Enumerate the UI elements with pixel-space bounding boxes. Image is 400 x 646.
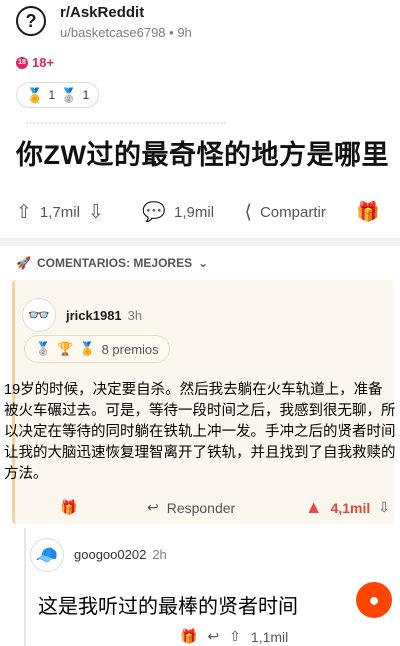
gift-icon[interactable]: 🎁 [180,628,197,645]
share-button[interactable]: ⟨ Compartir [245,201,326,224]
meta-separator: • [165,25,178,40]
upvote-icon[interactable]: ▲ [305,497,323,518]
chevron-down-icon: ⌄ [198,256,209,270]
reply-actions: 🎁 ↩ ⇧ 1,1mil [180,628,288,645]
comments-count: 1,9mil [174,203,215,221]
award-count: 1 [82,88,90,102]
post-actions: ⇧ 1,7mil ⇩ 💬 1,9mil ⟨ Compartir 🎁 [16,200,388,224]
post-age: 9h [177,25,192,40]
upvote-icon[interactable]: ⇧ [16,201,32,224]
award-icon: 🏅 [26,86,44,103]
thread-line [24,528,26,646]
subreddit-icon[interactable]: ? [16,6,46,36]
awards-label: 8 premios [101,341,159,357]
rocket-icon: 🚀 [16,256,31,270]
comment-icon: 💬 [142,202,167,223]
comment-votes: 4,1mil [330,499,371,516]
comment-header: 👓 jrick1981 3h [22,298,142,332]
reply-author[interactable]: googoo0202 [74,547,146,562]
post-author[interactable]: u/basketcase6798 [60,25,166,40]
reply-icon[interactable]: ↩ [207,628,219,645]
avatar[interactable]: 🧢 [30,538,64,572]
subreddit-name[interactable]: r/AskReddit [60,4,144,21]
comment-actions: 🎁 ↩ Responder ▲ 4,1mil ⇩ [60,497,390,518]
share-label: Compartir [259,203,326,221]
nsfw-icon: 18 [16,56,28,69]
comment-vote-group: ▲ 4,1mil ⇩ [305,497,390,518]
reply-label: Responder [166,499,236,516]
nsfw-tag: 18 18+ [16,55,54,70]
post-awards[interactable]: 🏅 1 🥈 1 [16,82,100,108]
gift-icon: 🎁 [356,202,380,223]
comment-time: 3h [127,307,143,323]
silver-award-icon: 🥈 [35,341,52,356]
share-icon: ⟨ [244,201,252,223]
avatar[interactable]: 👓 [22,298,56,332]
reply-votes: 1,1mil [250,628,289,645]
post-title: 你ZW过的最奇怪的地方是哪里 [16,140,389,170]
wholesome-award-icon: 🏆 [57,341,74,356]
divider [26,122,226,130]
comment-sort[interactable]: 🚀 COMENTARIOS: MEJORES ⌄ [16,256,208,270]
reply-time: 2h [152,547,167,562]
reply-button[interactable]: ↩ Responder [147,499,235,516]
reply-body: 这是我听过的最棒的贤者时间 [38,596,298,618]
gift-icon[interactable]: 🎁 [60,499,77,516]
downvote-icon[interactable]: ⇩ [88,201,104,224]
award-count: 1 [48,88,56,102]
section-divider [0,238,400,246]
vote-group: ⇧ 1,7mil ⇩ [16,201,112,224]
reddit-logo-icon: ● [356,582,392,618]
upvote-count: 1,7mil [39,203,80,221]
comment-author[interactable]: jrick1981 [66,308,122,323]
reply-meta: googoo0202 2h [74,547,167,562]
award-button[interactable]: 🎁 [356,200,388,224]
comments-button[interactable]: 💬 1,9mil [142,200,214,224]
downvote-icon[interactable]: ⇩ [378,499,390,516]
comment-meta: jrick1981 3h [66,308,142,323]
comment-body: 19岁的时候，决定要自杀。然后我去躺在火车轨道上，准备被火车碾过去。可是，等待一… [4,382,396,482]
silver-award-icon: 🥈 [60,86,78,103]
upvote-icon[interactable]: ⇧ [229,628,241,645]
sort-label: COMENTARIOS: MEJORES [36,256,193,270]
post-meta: u/basketcase6798 • 9h [60,25,192,40]
reply-icon: ↩ [146,499,159,515]
comment-awards[interactable]: 🥈 🏆 🏅 8 premios [24,335,170,363]
award-icon: 🏅 [79,341,96,356]
nsfw-label: 18+ [32,55,55,70]
